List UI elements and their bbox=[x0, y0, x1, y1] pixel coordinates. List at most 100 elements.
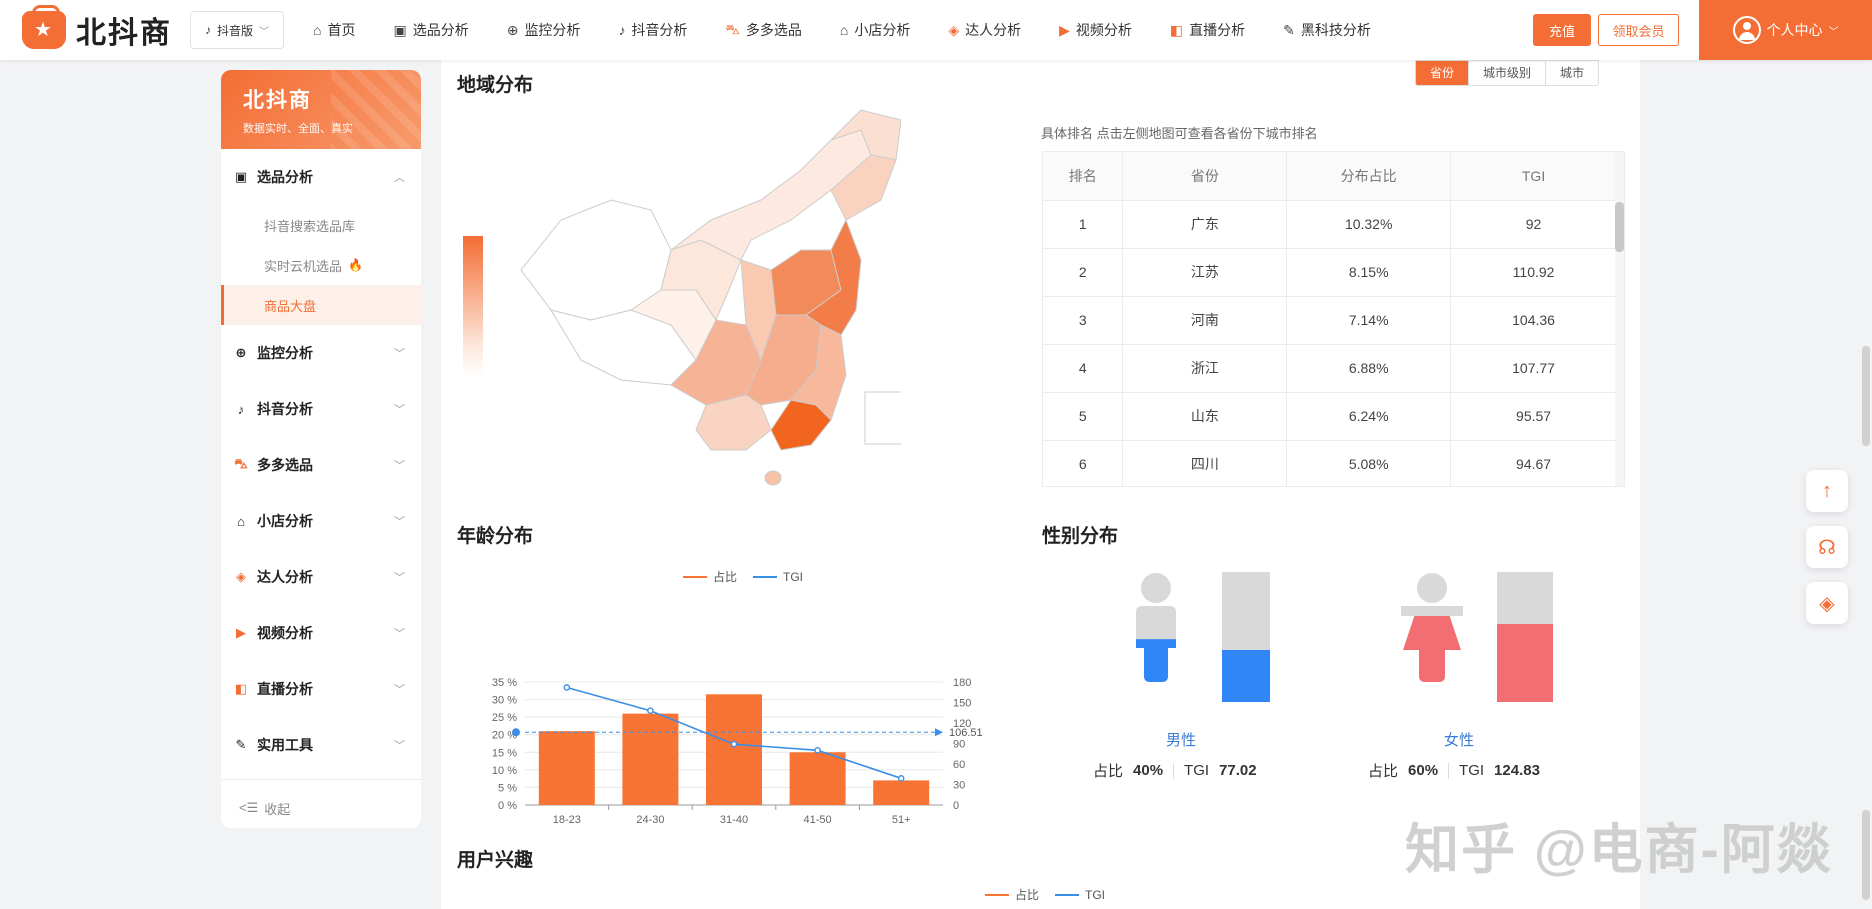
table-row[interactable]: 2 江苏 8.15% 110.92 bbox=[1043, 248, 1617, 297]
nav-item-7[interactable]: ▶ 视频分析 bbox=[1040, 0, 1151, 60]
sidebar-group-6[interactable]: ▶ 视频分析 ﹀ bbox=[221, 605, 421, 661]
age-bar[interactable] bbox=[789, 752, 846, 805]
nav-label: 小店分析 bbox=[854, 22, 911, 38]
left-axis-tick: 5 % bbox=[498, 782, 517, 794]
page-scrollbar[interactable] bbox=[1862, 346, 1870, 446]
sidebar-group-label: 直播分析 bbox=[257, 681, 313, 697]
age-chart-legend: 占比 TGI bbox=[683, 568, 803, 585]
legend-item[interactable]: TGI bbox=[753, 568, 803, 585]
map-region-hainan[interactable] bbox=[764, 470, 782, 486]
table-cell: 山东 bbox=[1122, 392, 1288, 441]
table-header-cell: 分布占比 bbox=[1286, 152, 1452, 201]
interest-title: 用户兴趣 bbox=[457, 850, 534, 871]
tgi-point[interactable] bbox=[647, 707, 654, 714]
sidebar-group-7[interactable]: ◧ 直播分析 ﹀ bbox=[221, 661, 421, 717]
tgi-point[interactable] bbox=[563, 684, 571, 691]
home-icon: ⌂ bbox=[313, 22, 322, 38]
sidebar-group-label: 选品分析 bbox=[257, 169, 313, 185]
stat-divider bbox=[1448, 762, 1450, 779]
vip-button[interactable]: ◈ bbox=[1806, 582, 1848, 624]
sidebar-group-left: ◈ 达人分析 bbox=[233, 567, 313, 587]
nav-label: 首页 bbox=[327, 22, 356, 38]
arrow-up-icon: ↑ bbox=[1822, 479, 1832, 502]
tgi-point[interactable] bbox=[814, 747, 821, 754]
table-cell: 河南 bbox=[1122, 296, 1288, 345]
legend-item[interactable]: 占比 bbox=[985, 886, 1039, 903]
tgi-point[interactable] bbox=[730, 740, 738, 748]
nav-item-1[interactable]: ▣ 选品分析 bbox=[374, 0, 487, 60]
age-bar[interactable] bbox=[706, 694, 762, 805]
map-color-legend bbox=[463, 236, 483, 376]
nav-item-6[interactable]: ◈ 达人分析 bbox=[929, 0, 1040, 60]
age-bar[interactable] bbox=[538, 731, 595, 805]
sidebar-group-label: 达人分析 bbox=[257, 569, 313, 585]
user-center-label: 个人中心 bbox=[1766, 22, 1823, 38]
user-center-menu[interactable]: 个人中心 ﹀ bbox=[1699, 0, 1872, 60]
region-tab-2[interactable]: 城市 bbox=[1546, 61, 1598, 85]
region-tab-1[interactable]: 城市级别 bbox=[1469, 61, 1547, 85]
back-to-top-button[interactable]: ↑ bbox=[1806, 470, 1848, 512]
left-axis-tick: 30 % bbox=[492, 695, 517, 707]
table-row[interactable]: 3 河南 7.14% 104.36 bbox=[1043, 296, 1617, 345]
sidebar-subitem-label: 抖音搜索选品库 bbox=[264, 218, 356, 234]
watermark: 知乎 @电商-阿燚 bbox=[1405, 820, 1833, 880]
table-row[interactable]: 5 山东 6.24% 95.57 bbox=[1043, 392, 1617, 441]
nav-item-8[interactable]: ◧ 直播分析 bbox=[1151, 0, 1264, 60]
sidebar-group-1[interactable]: ⊕ 监控分析 ﹀ bbox=[221, 325, 421, 381]
nav-label: 视频分析 bbox=[1075, 22, 1132, 38]
video-icon: ▶ bbox=[1059, 21, 1070, 38]
china-map[interactable] bbox=[501, 100, 901, 540]
sidebar-group-label: 多多选品 bbox=[257, 457, 313, 473]
nav-label: 黑科技分析 bbox=[1300, 22, 1371, 38]
nav-item-3[interactable]: ♪ 抖音分析 bbox=[599, 0, 706, 60]
sidebar-subitem-2[interactable]: 商品大盘 bbox=[221, 285, 421, 325]
table-cell: 江苏 bbox=[1122, 248, 1288, 297]
customer-service-button[interactable]: ☊ bbox=[1806, 526, 1848, 568]
tgi-point[interactable] bbox=[897, 775, 905, 782]
nav-item-2[interactable]: ⊕ 监控分析 bbox=[488, 0, 600, 60]
version-selector[interactable]: ♪ 抖音版 ﹀ bbox=[190, 11, 284, 49]
brand-logo[interactable]: 北抖商 bbox=[22, 5, 190, 52]
page-scrollbar-lower[interactable] bbox=[1862, 810, 1870, 900]
table-row[interactable]: 1 广东 10.32% 92 bbox=[1043, 200, 1617, 249]
sidebar-group-2[interactable]: ♪ 抖音分析 ﹀ bbox=[221, 381, 421, 437]
table-row[interactable]: 6 四川 5.08% 94.67 bbox=[1043, 440, 1617, 486]
nav-item-0[interactable]: ⌂ 首页 bbox=[294, 0, 374, 60]
sidebar-group-8[interactable]: ✎ 实用工具 ﹀ bbox=[221, 717, 421, 773]
sidebar-group-0[interactable]: ▣ 选品分析 ︿ bbox=[221, 149, 421, 205]
nav-item-9[interactable]: ✎ 黑科技分析 bbox=[1264, 0, 1390, 60]
sidebar-subitem-1[interactable]: 实时云机选品 🔥 bbox=[221, 245, 421, 285]
table-scrollbar[interactable] bbox=[1615, 152, 1624, 486]
sidebar-group-left: ◧ 直播分析 bbox=[233, 679, 313, 699]
table-cell: 6 bbox=[1043, 440, 1124, 486]
recharge-button[interactable]: 充值 bbox=[1533, 14, 1591, 46]
sidebar-header: 北抖商 数据实时、全面、真实 bbox=[221, 70, 421, 149]
collapse-sidebar-button[interactable]: <☰ 收起 bbox=[221, 786, 421, 828]
table-cell: 110.92 bbox=[1450, 248, 1617, 297]
sidebar-subitem-0[interactable]: 抖音搜索选品库 bbox=[221, 205, 421, 245]
chevron-down-icon: ﹀ bbox=[1828, 26, 1839, 38]
table-row[interactable]: 4 浙江 6.88% 107.77 bbox=[1043, 344, 1617, 393]
region-tab-0[interactable]: 省份 bbox=[1416, 61, 1470, 85]
sidebar-group-4[interactable]: ⌂ 小店分析 ﹀ bbox=[221, 493, 421, 549]
sidebar: 北抖商 数据实时、全面、真实 ▣ 选品分析 ︿ 抖音搜索选品库实时云机选品 🔥 商品大盘 ⊕… bbox=[221, 70, 421, 828]
nav-item-4[interactable]: ⛍ 多多选品 bbox=[706, 0, 820, 60]
shop-icon: ⌂ bbox=[237, 513, 245, 529]
male-ratio-label: 占比 bbox=[1093, 763, 1124, 780]
diamond-icon: ◈ bbox=[948, 21, 960, 38]
sidebar-group-left: ⛍ 多多选品 bbox=[233, 455, 313, 475]
left-axis-tick: 15 % bbox=[492, 747, 517, 759]
age-bar[interactable] bbox=[873, 780, 930, 805]
male-ratio-value: 40% bbox=[1133, 762, 1164, 779]
left-axis-tick: 25 % bbox=[492, 712, 517, 724]
sidebar-group-5[interactable]: ◈ 达人分析 ﹀ bbox=[221, 549, 421, 605]
claim-member-button[interactable]: 领取会员 bbox=[1598, 14, 1679, 46]
nav-item-5[interactable]: ⌂ 小店分析 bbox=[821, 0, 929, 60]
table-scroll-thumb[interactable] bbox=[1615, 202, 1624, 252]
age-bar[interactable] bbox=[622, 713, 679, 805]
sidebar-group-3[interactable]: ⛍ 多多选品 ﹀ bbox=[221, 437, 421, 493]
legend-item[interactable]: TGI bbox=[1055, 886, 1105, 903]
legend-item[interactable]: 占比 bbox=[683, 568, 737, 585]
nav-label: 监控分析 bbox=[524, 22, 581, 38]
chevron-down-icon: ﹀ bbox=[394, 740, 405, 752]
